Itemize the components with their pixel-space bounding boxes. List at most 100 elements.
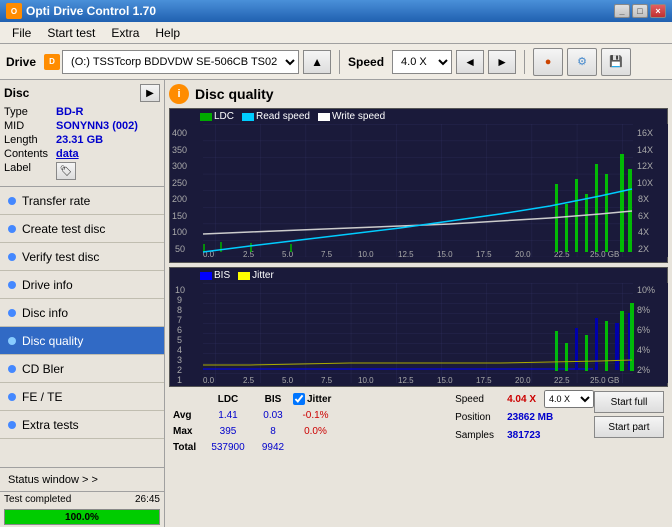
nav-dot-extra-tests (8, 421, 16, 429)
status-window-button[interactable]: Status window > > (0, 468, 164, 492)
content-header: i Disc quality (169, 84, 668, 104)
menu-file[interactable]: File (4, 24, 39, 42)
svg-text:4%: 4% (637, 345, 650, 355)
avg-label: Avg (173, 410, 203, 421)
svg-text:17.5: 17.5 (476, 250, 492, 257)
jitter-checkbox[interactable] (293, 393, 305, 405)
start-full-button[interactable]: Start full (594, 391, 664, 413)
svg-text:7.5: 7.5 (321, 250, 333, 257)
nav-dot-drive-info (8, 281, 16, 289)
sidebar-item-disc-info[interactable]: Disc info (0, 299, 164, 327)
col-jitter: Jitter (307, 394, 331, 405)
svg-text:5: 5 (177, 335, 182, 345)
menu-extra[interactable]: Extra (103, 24, 147, 42)
sidebar-item-fe-te[interactable]: FE / TE (0, 383, 164, 411)
menu-start-test[interactable]: Start test (39, 24, 103, 42)
legend-jitter: Jitter (238, 270, 274, 281)
settings-button[interactable]: ⚙ (567, 48, 597, 76)
chart1-legend: LDC Read speed Write speed (170, 109, 667, 124)
disc-expand-button[interactable]: ▶ (140, 84, 160, 102)
svg-text:12X: 12X (637, 161, 653, 171)
sidebar-label-drive-info: Drive info (22, 278, 73, 292)
speed-up-button[interactable]: ► (488, 50, 516, 74)
speed-down-button[interactable]: ◄ (456, 50, 484, 74)
progress-bar-wrap: 100.0% (4, 509, 160, 525)
sidebar-label-extra-tests: Extra tests (22, 418, 79, 432)
max-bis: 8 (253, 426, 293, 437)
sidebar-nav: Transfer rate Create test disc Verify te… (0, 187, 164, 439)
svg-text:10X: 10X (637, 178, 653, 188)
max-jitter: 0.0% (293, 426, 338, 437)
legend-jitter-label: Jitter (252, 270, 274, 281)
svg-text:6X: 6X (638, 211, 649, 221)
legend-bis-color (200, 272, 212, 280)
svg-text:200: 200 (172, 194, 187, 204)
sidebar-item-drive-info[interactable]: Drive info (0, 271, 164, 299)
chart2-legend: BIS Jitter (170, 268, 667, 283)
chart1-svg: 400 350 300 250 200 150 100 50 16X 14X 1… (170, 124, 668, 257)
svg-text:15.0: 15.0 (437, 376, 453, 383)
status-row: Test completed 26:45 (0, 492, 164, 507)
sidebar-item-transfer-rate[interactable]: Transfer rate (0, 187, 164, 215)
menu-help[interactable]: Help (147, 24, 188, 42)
sidebar-item-cd-bler[interactable]: CD Bler (0, 355, 164, 383)
sidebar-label-verify-test-disc: Verify test disc (22, 250, 99, 264)
avg-jitter: -0.1% (293, 410, 338, 421)
svg-text:2%: 2% (637, 365, 650, 375)
disc-length-val: 23.31 GB (56, 134, 103, 146)
avg-ldc: 1.41 (203, 410, 253, 421)
svg-text:350: 350 (172, 145, 187, 155)
max-ldc: 395 (203, 426, 253, 437)
svg-text:7.5: 7.5 (321, 376, 333, 383)
svg-text:20.0: 20.0 (515, 250, 531, 257)
title-bar: O Opti Drive Control 1.70 _ □ × (0, 0, 672, 22)
disc-button[interactable]: ● (533, 48, 563, 76)
disc-mid-row: MID SONYNN3 (002) (4, 120, 160, 132)
svg-text:2: 2 (177, 365, 182, 375)
minimize-button[interactable]: _ (614, 4, 630, 18)
menu-bar: File Start test Extra Help (0, 22, 672, 44)
maximize-button[interactable]: □ (632, 4, 648, 18)
avg-bis: 0.03 (253, 410, 293, 421)
position-stat-val: 23862 MB (507, 412, 553, 423)
sidebar-item-verify-test-disc[interactable]: Verify test disc (0, 243, 164, 271)
disc-label-icon-button[interactable]: 🏷 (56, 162, 76, 180)
legend-read-speed-color (242, 113, 254, 121)
chart1-container: LDC Read speed Write speed (169, 108, 668, 263)
close-button[interactable]: × (650, 4, 666, 18)
status-section: Status window > > Test completed 26:45 1… (0, 467, 164, 527)
disc-label-key: Label (4, 162, 56, 180)
disc-type-val: BD-R (56, 106, 84, 118)
svg-text:9: 9 (177, 295, 182, 305)
position-stat-row: Position 23862 MB (455, 409, 594, 425)
toolbar-separator-2 (524, 50, 525, 74)
legend-read-speed: Read speed (242, 111, 310, 122)
speed-select[interactable]: 4.0 X (392, 50, 452, 74)
start-part-button[interactable]: Start part (594, 416, 664, 438)
sidebar-item-create-test-disc[interactable]: Create test disc (0, 215, 164, 243)
col-ldc: LDC (203, 394, 253, 405)
speed-stat-select[interactable]: 4.0 X (544, 390, 594, 408)
sidebar-item-extra-tests[interactable]: Extra tests (0, 411, 164, 439)
samples-stat-label: Samples (455, 430, 503, 441)
drive-eject-button[interactable]: ▲ (303, 50, 331, 74)
sidebar-item-disc-quality[interactable]: Disc quality (0, 327, 164, 355)
svg-text:25.0 GB: 25.0 GB (590, 376, 619, 383)
disc-type-key: Type (4, 106, 56, 118)
disc-panel-title: Disc (4, 86, 29, 100)
speed-stat-label: Speed (455, 394, 503, 405)
sidebar: Disc ▶ Type BD-R MID SONYNN3 (002) Lengt… (0, 80, 165, 527)
disc-contents-val[interactable]: data (56, 148, 79, 160)
disc-mid-val: SONYNN3 (002) (56, 120, 138, 132)
svg-text:15.0: 15.0 (437, 250, 453, 257)
svg-text:14X: 14X (637, 145, 653, 155)
content-area: i Disc quality LDC Read speed Write spee… (165, 80, 672, 527)
svg-text:12.5: 12.5 (398, 250, 414, 257)
save-button[interactable]: 💾 (601, 48, 631, 76)
disc-contents-row: Contents data (4, 148, 160, 160)
svg-text:22.5: 22.5 (554, 376, 570, 383)
svg-text:50: 50 (175, 244, 185, 254)
drive-select[interactable]: (O:) TSSTcorp BDDVDW SE-506CB TS02 (62, 50, 299, 74)
stats-header-row: LDC BIS Jitter (173, 391, 439, 407)
svg-text:10.0: 10.0 (358, 250, 374, 257)
